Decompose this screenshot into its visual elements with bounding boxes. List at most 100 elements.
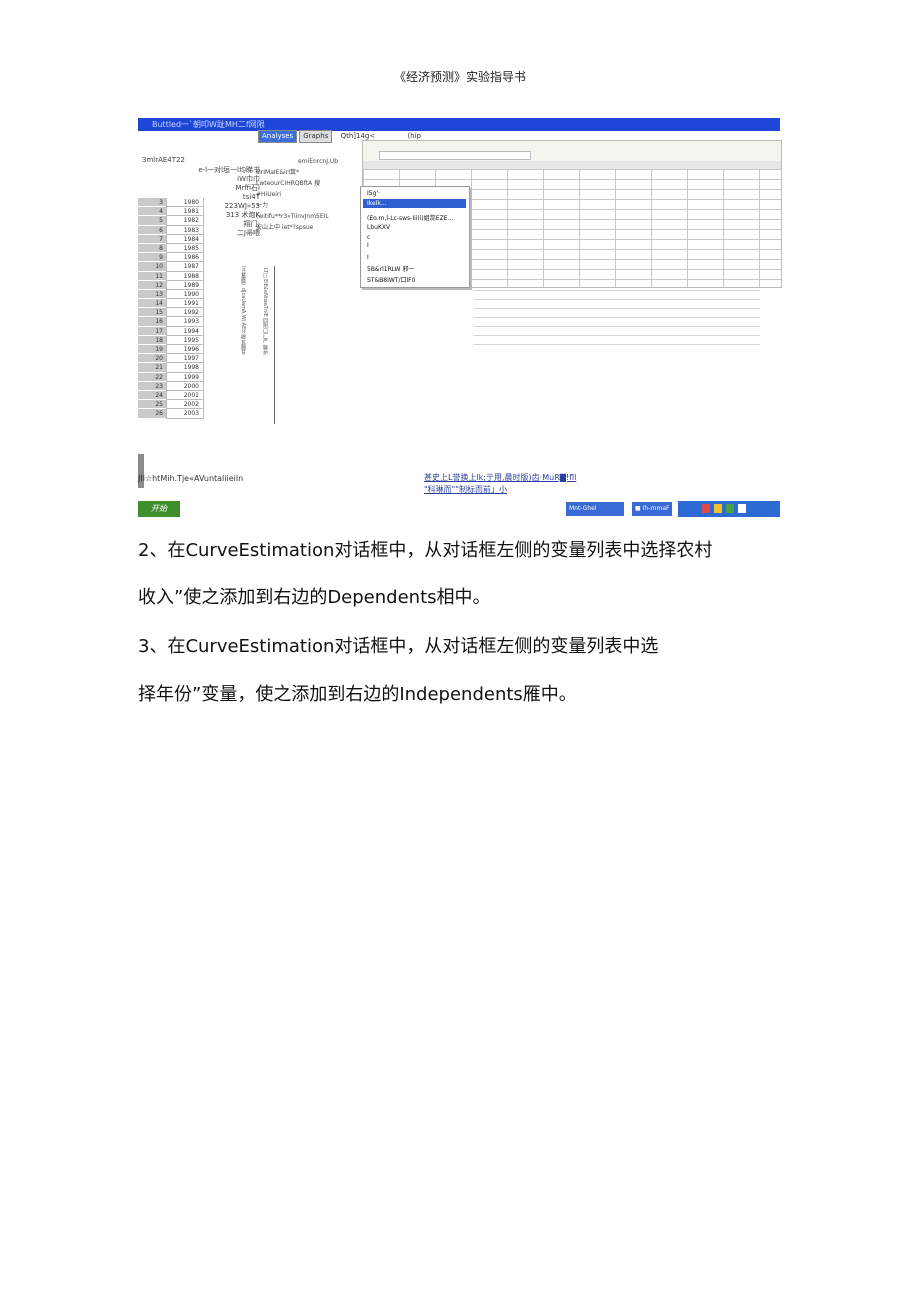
- vertical-label-1: Irti蓄糜》dJcaUamA.Wi.AEtt 卿瓦翻甘: [240, 266, 246, 355]
- window-title: Buttled一`朝叩W趾MH二f网限: [152, 120, 265, 129]
- tray-icon[interactable]: [738, 504, 746, 513]
- table-row: 22 1999: [138, 372, 208, 382]
- table-row: 16 1993: [138, 317, 208, 327]
- row-year[interactable]: 1987: [166, 262, 204, 272]
- row-year[interactable]: 1985: [166, 243, 204, 254]
- row-year[interactable]: 1993: [166, 317, 204, 327]
- instruction-paragraph-1: 2、在CurveEstimation对话框中，从对话框左侧的变量列表中选择农村: [138, 540, 713, 561]
- row-number: 5: [138, 216, 166, 226]
- status-line-1[interactable]: 甚史上L誉换上lk;亍用,晨时版)齿·MuR▇!fll: [424, 472, 576, 484]
- menu-item[interactable]: ST&B8IWT/口lF0: [367, 275, 415, 284]
- row-year[interactable]: 2000: [166, 381, 204, 391]
- grid-lines-lower: [474, 290, 760, 352]
- instruction-paragraph-4: 择年份”变量，使之添加到右边的Independents雁中。: [138, 684, 577, 705]
- row-year[interactable]: 1986: [166, 253, 204, 263]
- left-label: 3mlrAE4T22: [142, 156, 185, 164]
- table-row: 12 1989: [138, 280, 208, 290]
- table-row: 17 1994: [138, 326, 208, 336]
- table-row: 24 2001: [138, 390, 208, 401]
- menu-item[interactable]: I: [367, 242, 369, 249]
- row-number: 24: [138, 390, 166, 401]
- row-year[interactable]: 1982: [166, 216, 204, 226]
- taskbar-item-1[interactable]: Mnt-Ghel: [566, 502, 624, 516]
- row-number: 18: [138, 335, 166, 345]
- taskbar-item-2[interactable]: ■ Ih-rnmaF: [632, 502, 672, 516]
- row-number: 26: [138, 409, 166, 419]
- menu-item-hip[interactable]: (hip: [407, 132, 421, 140]
- row-number: 11: [138, 271, 166, 281]
- table-row: 15 1992: [138, 308, 208, 318]
- status-text-mid: 甚史上L誉换上lk;亍用,晨时版)齿·MuR▇!fll "科琳而""制标而前」小: [424, 472, 576, 496]
- tab-graphs[interactable]: Graphs: [299, 130, 333, 143]
- row-number: 20: [138, 354, 166, 364]
- table-row: 26 2003: [138, 409, 208, 419]
- page-header: 《经济预测》实验指导书: [393, 70, 526, 84]
- table-row: 13 1990: [138, 289, 208, 300]
- row-list: 3 1980 4 1981 5 1982 6 1983 7 1984 8 1985 9 198…: [138, 198, 208, 419]
- row-number: 17: [138, 326, 166, 336]
- row-year[interactable]: 1988: [166, 271, 204, 281]
- window-titlebar: Buttled一`朝叩W趾MH二f网限: [138, 118, 780, 131]
- row-number: 4: [138, 207, 166, 217]
- context-menu: I5g'· Ikelk... (Eo.m,l-Lc-sws-Iii(i)姐蕊EZ…: [360, 186, 470, 288]
- row-number: 9: [138, 253, 166, 263]
- table-row: 21 1998: [138, 363, 208, 373]
- start-button[interactable]: 开始: [138, 501, 180, 517]
- row-year[interactable]: 1981: [166, 207, 204, 217]
- menu-item[interactable]: I: [367, 254, 369, 261]
- row-number: 3: [138, 198, 166, 208]
- row-year[interactable]: 1996: [166, 345, 204, 355]
- row-year[interactable]: 1990: [166, 289, 204, 300]
- menu-item[interactable]: c: [367, 234, 370, 241]
- tab-analyses[interactable]: Analyses: [258, 130, 298, 143]
- row-year[interactable]: 2003: [166, 409, 204, 419]
- row-year[interactable]: 1989: [166, 280, 204, 290]
- row-number: 23: [138, 381, 166, 391]
- table-row: 11 1988: [138, 271, 208, 281]
- table-row: 20 1997: [138, 354, 208, 364]
- row-number: 14: [138, 299, 166, 309]
- table-row: 7 1984: [138, 234, 208, 244]
- row-year[interactable]: 1997: [166, 354, 204, 364]
- status-text-left: JIl☆htMih.Tje«AVuntaliieiln: [138, 474, 244, 483]
- row-year[interactable]: 1980: [166, 198, 204, 208]
- row-year[interactable]: 1991: [166, 299, 204, 309]
- menu-item-qth[interactable]: Qth]14g<: [341, 132, 376, 140]
- row-year[interactable]: 1994: [166, 326, 204, 336]
- mid-panel-line: emiEnrcnJ.Ub: [298, 158, 339, 165]
- table-row: 19 1996: [138, 345, 208, 355]
- row-year[interactable]: 1995: [166, 335, 204, 345]
- row-year[interactable]: 1983: [166, 225, 204, 235]
- grid-input-bar[interactable]: [379, 151, 531, 160]
- table-row: 8 1985: [138, 243, 208, 254]
- menu-item[interactable]: I5g'·: [367, 190, 380, 197]
- system-tray: [678, 501, 780, 517]
- mid-panel-line: LwteourCIHRQBftA 搜: [256, 180, 321, 187]
- row-year[interactable]: 2001: [166, 390, 204, 401]
- row-number: 6: [138, 225, 166, 235]
- status-line-2[interactable]: "科琳而""制标而前」小: [424, 484, 576, 496]
- mid-panel-line: 一力: [256, 202, 269, 209]
- row-year[interactable]: 1984: [166, 234, 204, 244]
- vertical-label-2: LT□ElE£eNtwaTnlE 回附口厂严 聊炉: [262, 268, 268, 355]
- menu-item[interactable]: LbuKXV: [367, 224, 390, 231]
- table-row: 14 1991: [138, 299, 208, 309]
- mid-panel-line: 安山上中 iet*?spsue: [256, 224, 314, 231]
- row-number: 25: [138, 400, 166, 410]
- menu-item[interactable]: 5B&rl1RLW 邪一: [367, 264, 414, 273]
- tray-icon[interactable]: [702, 504, 710, 513]
- row-number: 10: [138, 262, 166, 272]
- table-row: 18 1995: [138, 335, 208, 345]
- left-panel-line: e-l一对l垣一l均睇书: [198, 166, 260, 174]
- divider-line: [274, 266, 275, 424]
- row-year[interactable]: 1999: [166, 372, 204, 382]
- embedded-screenshot: Buttled一`朝叩W趾MH二f网限 Analyses Graphs Qth]1…: [138, 118, 782, 518]
- menu-item-selected[interactable]: Ikelk...: [367, 200, 387, 207]
- mid-panel-line: sirIMaIE&irI箕*: [256, 169, 300, 176]
- tray-icon[interactable]: [714, 504, 722, 513]
- menu-item[interactable]: (Eo.m,l-Lc-sws-Iii(i)姐蕊EZE...: [367, 213, 453, 222]
- tray-icon[interactable]: [726, 504, 734, 513]
- row-year[interactable]: 2002: [166, 400, 204, 410]
- row-year[interactable]: 1992: [166, 308, 204, 318]
- row-year[interactable]: 1998: [166, 363, 204, 373]
